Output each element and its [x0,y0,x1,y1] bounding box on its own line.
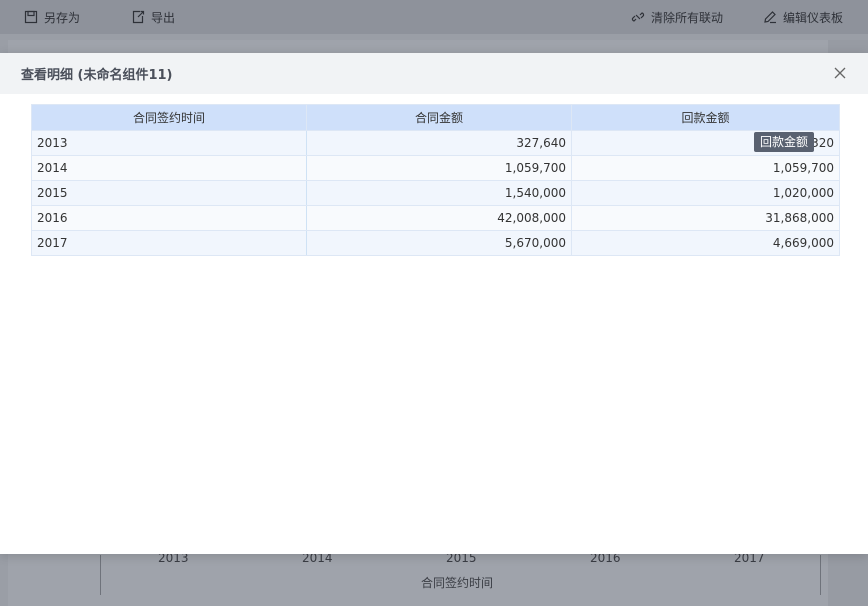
dialog-header: 查看明细 (未命名组件11) [0,53,868,94]
detail-table: 合同签约时间 合同金额 回款金额 2013 327,640 327,320 20… [31,104,840,256]
dialog-title: 查看明细 (未命名组件11) [21,68,173,83]
clear-links-button[interactable]: 清除所有联动 [631,0,723,34]
column-header-payment-amount[interactable]: 回款金额 [571,104,840,131]
table-cell: 2015 [31,180,307,206]
x-axis-title: 合同签约时间 [421,576,494,590]
pencil-icon [764,11,776,24]
column-header-contract-amount[interactable]: 合同金额 [306,104,572,131]
save-as-button[interactable]: 另存为 [24,0,80,34]
edit-dashboard-label: 编辑仪表板 [783,10,844,25]
table-header-row: 合同签约时间 合同金额 回款金额 [31,104,840,131]
table-cell: 2017 [31,230,307,256]
table-cell: 1,540,000 [306,180,572,206]
detail-dialog: 查看明细 (未命名组件11) 合同签约时间 合同金额 回款金额 2013 327… [0,53,868,554]
table-cell: 2016 [31,205,307,231]
edit-dashboard-button[interactable]: 编辑仪表板 [763,0,843,34]
unlink-icon [631,12,645,22]
chart-y-axis-line [100,555,101,595]
table-row: 2015 1,540,000 1,020,000 [31,180,840,206]
close-icon[interactable] [832,65,848,81]
table-cell: 1,059,700 [306,155,572,181]
top-toolbar: 另存为 导出 清除所有联动 编辑仪表板 [0,0,868,34]
export-label: 导出 [151,10,176,25]
export-button[interactable]: 导出 [131,0,175,34]
table-cell: 42,008,000 [306,205,572,231]
table-row: 2014 1,059,700 1,059,700 [31,155,840,181]
table-row: 2017 5,670,000 4,669,000 [31,230,840,256]
save-as-label: 另存为 [44,10,81,25]
table-cell: 327,640 [306,130,572,156]
column-header-sign-date[interactable]: 合同签约时间 [31,104,307,131]
clear-links-label: 清除所有联动 [651,10,724,25]
table-cell: 5,670,000 [306,230,572,256]
table-cell: 2013 [31,130,307,156]
export-icon [132,10,145,24]
table-row: 2016 42,008,000 31,868,000 [31,205,840,231]
chart-right-border [820,555,821,595]
table-cell: 4,669,000 [571,230,840,256]
column-tooltip: 回款金额 [754,132,815,152]
table-cell: 31,868,000 [571,205,840,231]
table-row: 2013 327,640 327,320 [31,130,840,156]
table-cell: 1,020,000 [571,180,840,206]
table-cell: 2014 [31,155,307,181]
table-cell: 1,059,700 [571,155,840,181]
save-icon [24,10,38,24]
detail-table-container: 合同签约时间 合同金额 回款金额 2013 327,640 327,320 20… [31,104,840,256]
